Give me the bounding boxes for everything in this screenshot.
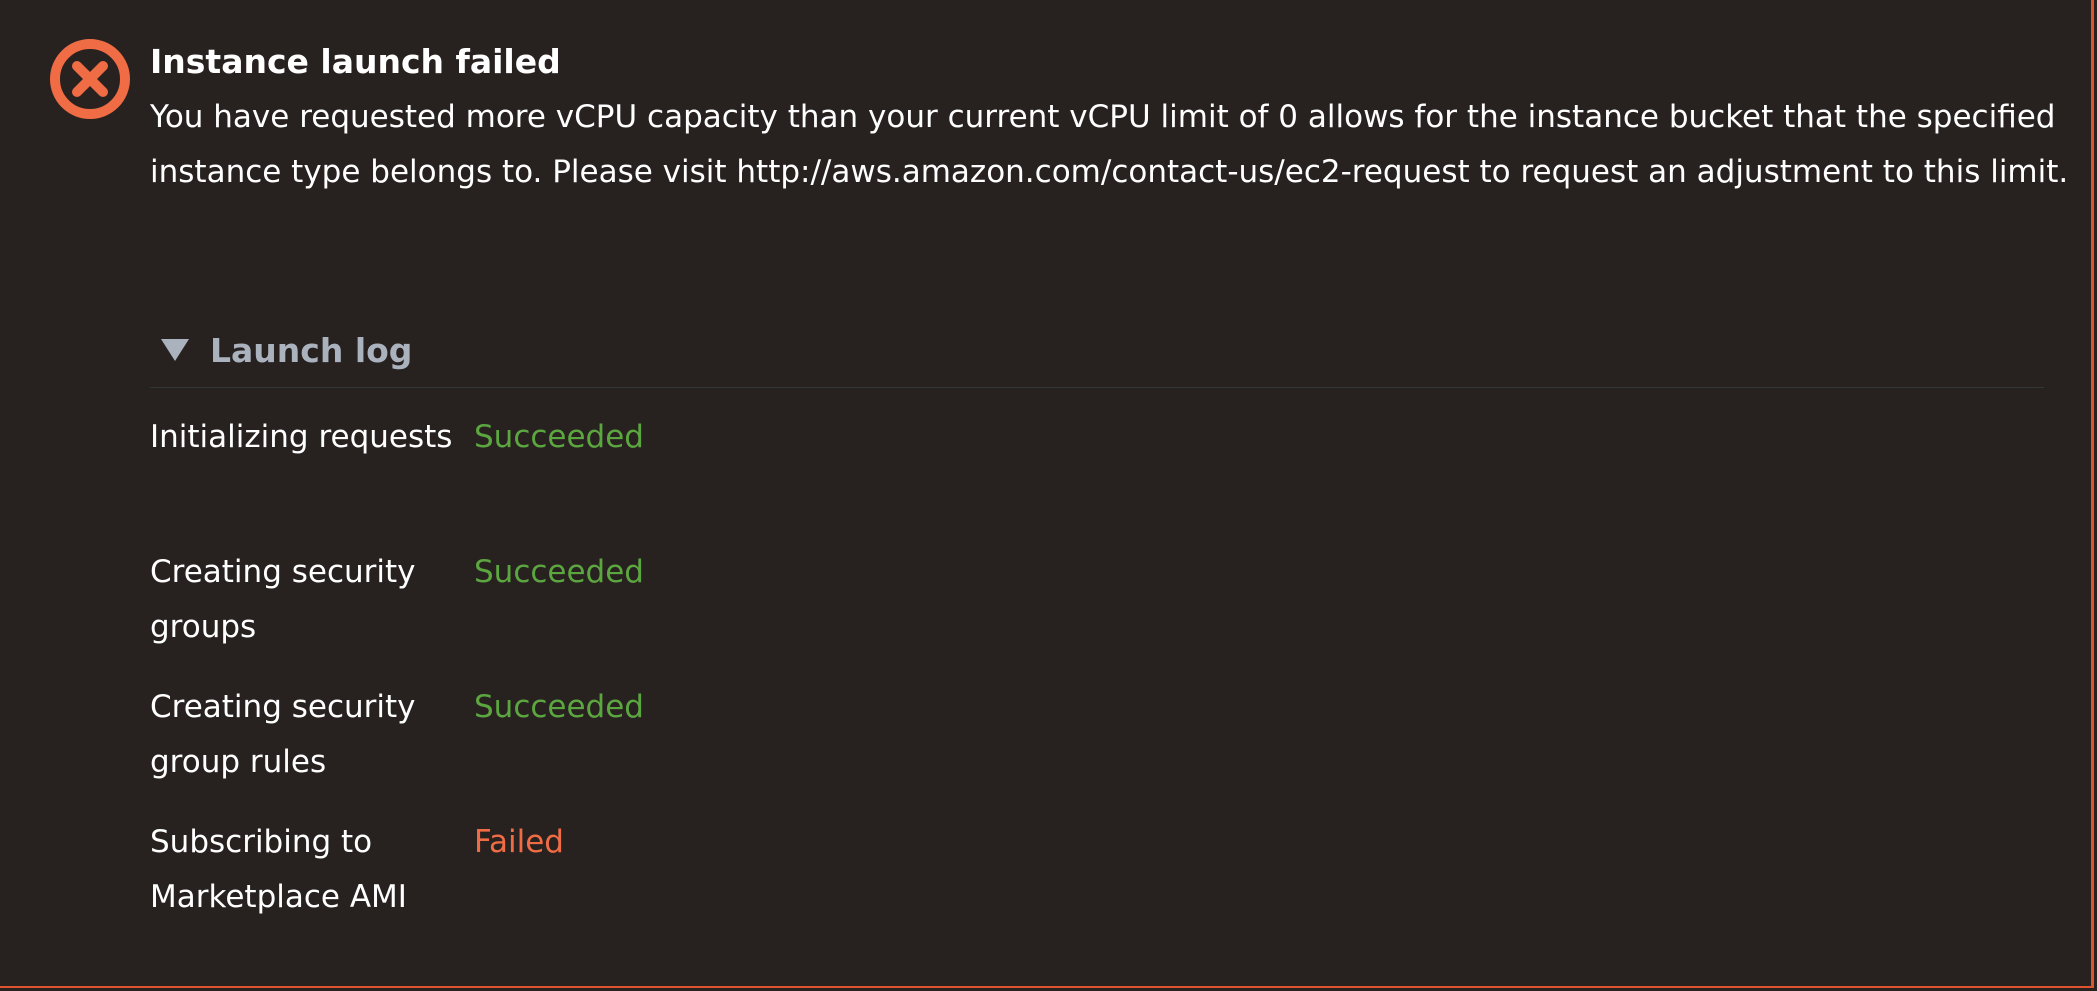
- error-circle-x-icon: [50, 39, 130, 119]
- log-row: Initializing requests Succeeded: [150, 410, 1150, 545]
- divider: [150, 387, 2044, 388]
- log-step-status: Succeeded: [474, 554, 644, 590]
- alert-content: Instance launch failed You have requeste…: [150, 38, 2068, 200]
- log-step-status: Succeeded: [474, 689, 644, 725]
- caret-down-icon[interactable]: [161, 339, 189, 361]
- log-step-name: Subscribing to Marketplace AMI: [150, 824, 407, 915]
- log-step-status: Failed: [474, 824, 564, 860]
- log-step-name: Creating security group rules: [150, 689, 416, 780]
- alert-message: You have requested more vCPU capacity th…: [150, 99, 2069, 190]
- log-step-name: Creating security groups: [150, 554, 416, 645]
- launch-log-toggle[interactable]: Launch log: [150, 322, 412, 378]
- alert-title: Instance launch failed: [150, 42, 561, 81]
- log-step-status: Succeeded: [474, 419, 644, 455]
- log-step-name: Initializing requests: [150, 419, 453, 455]
- launch-log-list: Initializing requests Succeeded Creating…: [150, 410, 1150, 950]
- log-row: Creating security group rules Succeeded: [150, 680, 1150, 815]
- error-alert: Instance launch failed You have requeste…: [0, 0, 2094, 988]
- log-row: Subscribing to Marketplace AMI Failed: [150, 815, 1150, 950]
- launch-log-label[interactable]: Launch log: [210, 331, 412, 370]
- log-row: Creating security groups Succeeded: [150, 545, 1150, 680]
